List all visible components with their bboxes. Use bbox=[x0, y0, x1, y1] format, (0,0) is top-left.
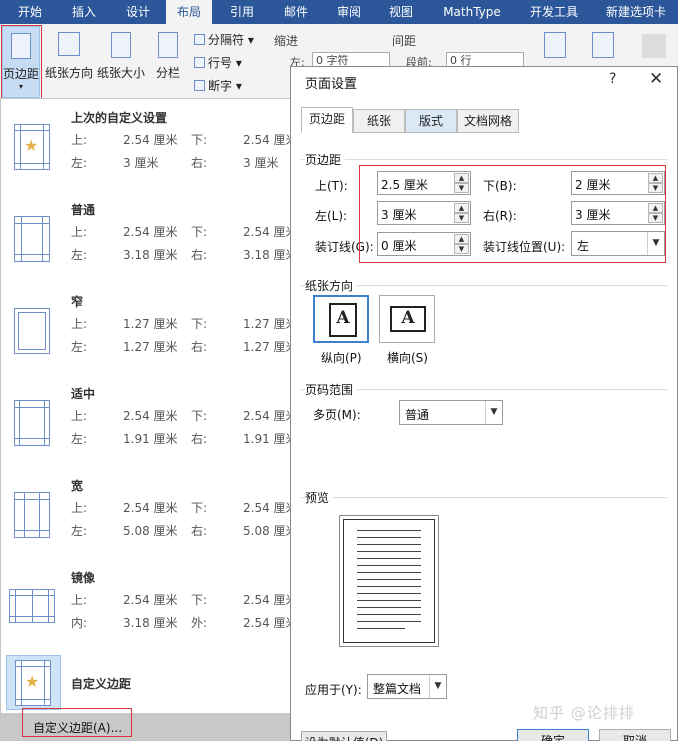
apply-to-label: 应用于(Y): bbox=[305, 683, 362, 697]
tab-insert[interactable]: 插入 bbox=[60, 0, 108, 24]
margin-preset-custom[interactable]: ★ 自定义边距 bbox=[1, 655, 304, 711]
landscape-label: 横向(S) bbox=[387, 351, 428, 365]
margin-preset-normal[interactable]: 普通 上: 2.54 厘米 下: 2.54 厘米 左: 3.18 厘米 右: 3… bbox=[1, 191, 304, 283]
wrap-text-icon bbox=[592, 32, 614, 58]
tab-review[interactable]: 审阅 bbox=[326, 0, 372, 24]
dialog-title: 页面设置 bbox=[305, 77, 358, 92]
margin-preset-narrow[interactable]: 窄 上: 1.27 厘米 下: 1.27 厘米 左: 1.27 厘米 右: 1.… bbox=[1, 283, 304, 375]
apply-to-select[interactable]: 整篇文档 ▼ bbox=[367, 674, 447, 699]
top-label: 上(T): bbox=[315, 179, 348, 193]
margin-preset-wide[interactable]: 宽 上: 2.54 厘米 下: 2.54 厘米 左: 5.08 厘米 右: 5.… bbox=[1, 467, 304, 559]
columns-button[interactable]: 分栏 bbox=[150, 28, 186, 88]
page-setup-dialog: 页面设置 ? ✕ 页边距 纸张 版式 文档网格 页边距 上(T): 2.5 厘米… bbox=[290, 66, 678, 741]
multiple-pages-select[interactable]: 普通 ▼ bbox=[399, 400, 503, 425]
margin-thumbnail-icon bbox=[14, 308, 50, 354]
columns-label: 分栏 bbox=[155, 66, 180, 80]
ribbon-tab-bar: 开始 插入 设计 布局 引用 邮件 审阅 视图 MathType 开发工具 新建… bbox=[0, 0, 678, 24]
tab-design[interactable]: 设计 bbox=[114, 0, 162, 24]
multiple-pages-label: 多页(M): bbox=[313, 408, 361, 422]
tab-layout[interactable]: 版式 bbox=[405, 109, 457, 133]
portrait-label: 纵向(P) bbox=[321, 351, 362, 365]
orientation-label: 纸张方向 bbox=[44, 66, 93, 80]
indent-label: 缩进 bbox=[274, 34, 299, 48]
section-orientation: 纸张方向 bbox=[305, 277, 358, 294]
star-icon: ★ bbox=[24, 136, 39, 155]
orientation-icon bbox=[58, 32, 80, 56]
columns-icon bbox=[158, 32, 178, 58]
help-icon[interactable]: ? bbox=[609, 71, 616, 87]
section-pages: 页码范围 bbox=[305, 381, 358, 398]
tab-paper[interactable]: 纸张 bbox=[353, 109, 405, 133]
margins-highlight-box bbox=[1, 25, 42, 99]
margin-thumbnail-icon bbox=[14, 400, 50, 446]
cancel-button[interactable]: 取消 bbox=[599, 729, 671, 741]
margin-preset-mirrored[interactable]: 镜像 上: 2.54 厘米 下: 2.54 厘米 内: 3.18 厘米 外: 2… bbox=[1, 559, 304, 651]
breaks-button[interactable]: 分隔符 ▾ bbox=[194, 31, 254, 48]
watermark: 知乎 @论排排 bbox=[533, 704, 635, 722]
orientation-button[interactable]: 纸张方向 bbox=[44, 28, 94, 88]
preset-title: 普通 bbox=[71, 203, 96, 217]
tab-mathtype[interactable]: MathType bbox=[430, 0, 514, 24]
margin-thumbnail-icon bbox=[14, 492, 50, 538]
landscape-button[interactable]: A bbox=[379, 295, 435, 343]
preset-title: 适中 bbox=[71, 387, 96, 401]
paper-size-icon bbox=[111, 32, 131, 58]
line-numbers-icon bbox=[194, 57, 205, 68]
preset-title: 镜像 bbox=[71, 571, 96, 585]
left-label: 左(L): bbox=[315, 209, 348, 223]
section-preview: 预览 bbox=[305, 489, 334, 506]
page-preview bbox=[339, 515, 439, 647]
hyphenation-icon bbox=[194, 80, 205, 91]
tab-home[interactable]: 开始 bbox=[6, 0, 54, 24]
margin-thumbnail-icon bbox=[9, 589, 55, 623]
size-button[interactable]: 纸张大小 bbox=[96, 28, 146, 88]
breaks-icon bbox=[194, 34, 205, 45]
chevron-down-icon[interactable]: ▼ bbox=[429, 675, 446, 698]
tab-mailings[interactable]: 邮件 bbox=[272, 0, 320, 24]
tab-layout[interactable]: 布局 bbox=[166, 0, 212, 24]
preset-title: 上次的自定义设置 bbox=[71, 111, 168, 125]
spacing-label: 间距 bbox=[392, 34, 417, 48]
chevron-down-icon[interactable]: ▼ bbox=[485, 401, 502, 424]
tab-view[interactable]: 视图 bbox=[378, 0, 424, 24]
set-default-button[interactable]: 设为默认值(D) bbox=[301, 731, 387, 741]
margin-preset-moderate[interactable]: 适中 上: 2.54 厘米 下: 2.54 厘米 左: 1.91 厘米 右: 1… bbox=[1, 375, 304, 467]
margin-thumbnail-icon: ★ bbox=[14, 124, 50, 170]
tab-document-grid[interactable]: 文档网格 bbox=[457, 109, 519, 133]
close-icon[interactable]: ✕ bbox=[649, 69, 663, 89]
portrait-button[interactable]: A bbox=[313, 295, 369, 343]
wrap-text-button[interactable] bbox=[590, 32, 616, 62]
size-label: 纸张大小 bbox=[96, 66, 145, 80]
section-margins: 页边距 bbox=[305, 151, 346, 168]
preset-title: 自定义边距 bbox=[71, 677, 132, 691]
margin-thumbnail-icon: ★ bbox=[15, 660, 51, 706]
bring-forward-button[interactable] bbox=[642, 34, 666, 58]
line-numbers-button[interactable]: 行号 ▾ bbox=[194, 54, 242, 71]
tab-margins[interactable]: 页边距 bbox=[301, 107, 353, 133]
margin-preset-last-custom[interactable]: ★ 上次的自定义设置 上: 2.54 厘米 下: 2.54 厘米 左: 3 厘米… bbox=[1, 99, 304, 191]
margins-gallery: ★ 上次的自定义设置 上: 2.54 厘米 下: 2.54 厘米 左: 3 厘米… bbox=[0, 98, 305, 741]
margin-thumbnail-icon bbox=[14, 216, 50, 262]
tab-developer[interactable]: 开发工具 bbox=[520, 0, 588, 24]
preset-title: 宽 bbox=[71, 479, 84, 493]
position-icon bbox=[544, 32, 566, 58]
margins-highlight-box bbox=[359, 165, 666, 263]
landscape-page-icon: A bbox=[390, 306, 426, 332]
position-button[interactable] bbox=[542, 32, 568, 62]
tab-references[interactable]: 引用 bbox=[218, 0, 266, 24]
custom-margins-highlight-box bbox=[22, 708, 132, 737]
hyphenation-button[interactable]: 断字 ▾ bbox=[194, 77, 242, 94]
ok-button[interactable]: 确定 bbox=[517, 729, 589, 741]
tab-new[interactable]: 新建选项卡 bbox=[596, 0, 676, 24]
preset-title: 窄 bbox=[71, 295, 84, 309]
star-icon: ★ bbox=[25, 672, 40, 691]
portrait-page-icon: A bbox=[329, 303, 357, 337]
